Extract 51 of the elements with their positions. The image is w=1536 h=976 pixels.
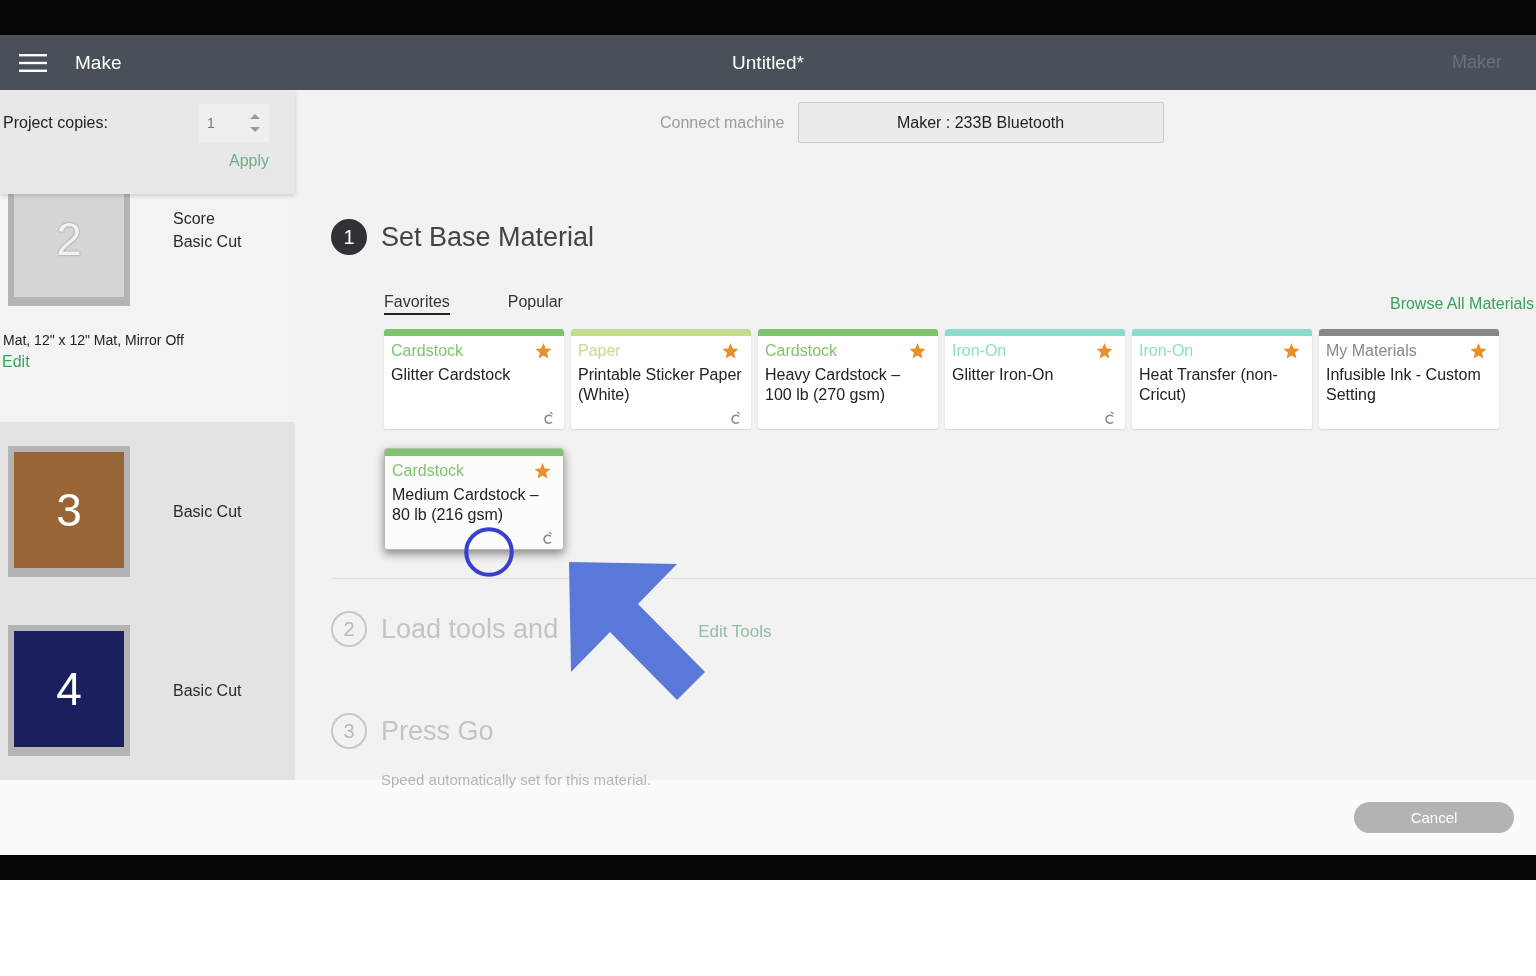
- copies-label: Project copies:: [3, 114, 108, 132]
- material-name: Medium Cardstock – 80 lb (216 gsm): [391, 485, 540, 525]
- category-label: Cardstock: [391, 342, 464, 360]
- mat-thumbnail: 4: [8, 625, 130, 757]
- star-icon[interactable]: [909, 343, 926, 359]
- material-name: Infusible Ink - Custom Setting: [1325, 365, 1482, 405]
- star-icon[interactable]: [1096, 343, 1113, 359]
- page-title: Make: [75, 51, 122, 74]
- step-note: Speed automatically set for this material.: [381, 771, 653, 788]
- material-name: Glitter Iron-On: [951, 365, 1055, 385]
- operation-label: Score: [173, 209, 216, 228]
- operation-label: Basic Cut: [173, 232, 242, 251]
- material-name: Heavy Cardstock – 100 lb (270 gsm): [764, 365, 902, 405]
- star-icon[interactable]: [534, 463, 551, 479]
- step-number: 1: [331, 219, 367, 255]
- material-name: Printable Sticker Paper (White): [577, 365, 743, 405]
- material-card[interactable]: My Materials Infusible Ink - Custom Setting: [1319, 329, 1499, 429]
- star-icon[interactable]: [1470, 343, 1487, 359]
- category-label: Cardstock: [765, 342, 838, 360]
- project-title: Untitled*: [732, 51, 804, 74]
- operation-label: Basic Cut: [173, 502, 242, 521]
- stepper-icon[interactable]: [249, 112, 261, 134]
- mat-info: Mat, 12" x 12" Mat, Mirror Off: [3, 332, 185, 349]
- material-tab[interactable]: Popular: [507, 293, 563, 315]
- material-card[interactable]: Paper Printable Sticker Paper (White): [571, 329, 751, 429]
- operation-label: Basic Cut: [173, 681, 242, 700]
- star-icon[interactable]: [722, 343, 739, 359]
- step-title: Set Base Material: [381, 221, 595, 253]
- category-label: Iron-On: [1139, 342, 1194, 360]
- copies-field[interactable]: 1: [199, 104, 269, 142]
- material-card[interactable]: Iron-On Glitter Iron-On: [945, 329, 1125, 429]
- step-number: 3: [331, 713, 367, 749]
- mat-thumbnail: 3: [8, 446, 130, 578]
- machine-button[interactable]: Maker : 233B Bluetooth: [797, 102, 1164, 143]
- menu-icon[interactable]: [19, 53, 47, 72]
- category-label: Iron-On: [952, 342, 1007, 360]
- highlight-circle: [463, 526, 515, 578]
- material-card[interactable]: Cardstock Glitter Cardstock: [384, 329, 564, 429]
- category-label: Paper: [578, 342, 621, 360]
- material-tab[interactable]: Favorites: [384, 293, 450, 315]
- material-card[interactable]: Cardstock Medium Cardstock – 80 lb (216 gsm): [384, 448, 564, 550]
- star-icon[interactable]: [1283, 343, 1300, 359]
- material-card[interactable]: Cardstock Heavy Cardstock – 100 lb (270 gsm): [758, 329, 938, 429]
- material-card[interactable]: Iron-On Heat Transfer (non-Cricut): [1132, 329, 1312, 429]
- connect-label: Connect machine: [660, 113, 785, 132]
- star-icon[interactable]: [535, 343, 552, 359]
- category-label: Cardstock: [392, 462, 465, 480]
- category-label: My Materials: [1326, 342, 1417, 360]
- material-name: Heat Transfer (non-Cricut): [1138, 365, 1279, 405]
- material-name: Glitter Cardstock: [390, 365, 512, 385]
- step-number: 2: [331, 611, 367, 647]
